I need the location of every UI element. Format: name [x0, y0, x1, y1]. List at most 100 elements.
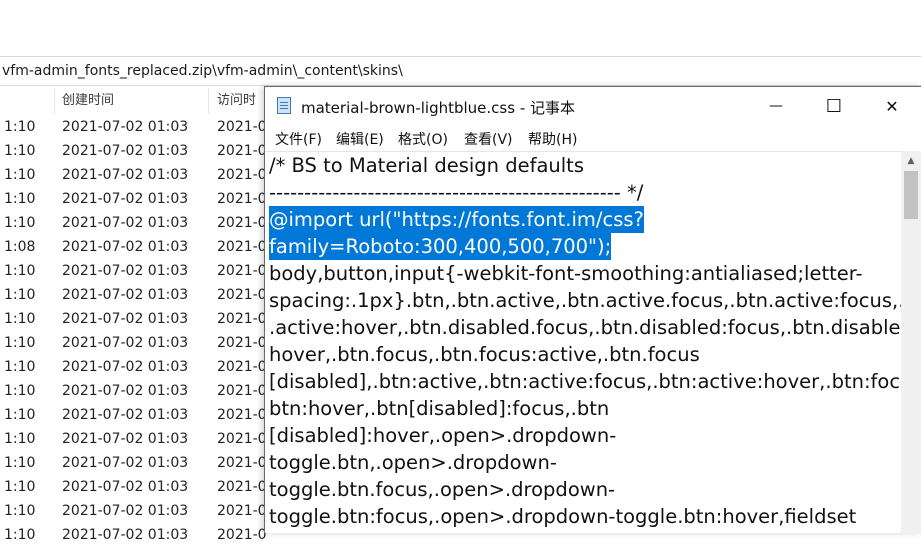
text-line: [disabled]:hover,.open>.dropdown-	[269, 424, 617, 447]
table-row[interactable]: 1:10 2021-07-02 01:03 2021-0	[0, 524, 300, 548]
cell-accessed: 2021-0	[217, 263, 267, 279]
table-row[interactable]: 1:10 2021-07-02 01:03 2021-0	[0, 188, 300, 212]
cell-modified: 1:10	[4, 359, 36, 375]
cell-created: 2021-07-02 01:03	[62, 167, 189, 183]
address-bar[interactable]: vfm-admin_fonts_replaced.zip\vfm-admin\_…	[0, 56, 921, 86]
cell-accessed: 2021-0	[217, 431, 267, 447]
cell-created: 2021-07-02 01:03	[62, 311, 189, 327]
text-line: body,button,input{-webkit-font-smoothing…	[269, 262, 863, 285]
column-header-accessed[interactable]: 访问时	[217, 88, 267, 114]
cell-accessed: 2021-0	[217, 527, 267, 543]
explorer-toolbar-area	[0, 0, 921, 56]
cell-modified: 1:10	[4, 407, 36, 423]
cell-created: 2021-07-02 01:03	[62, 239, 189, 255]
text-line: /* BS to Material design defaults	[269, 154, 584, 177]
cell-modified: 1:10	[4, 527, 36, 543]
text-line: .active:hover,.btn.disabled.focus,.btn.d…	[269, 316, 901, 339]
close-button[interactable]: ✕	[863, 87, 921, 125]
column-header-created[interactable]: 创建时间	[62, 88, 210, 114]
cell-modified: 1:10	[4, 335, 36, 351]
cell-accessed: 2021-0	[217, 215, 267, 231]
menu-bar: 文件(F) 编辑(E) 格式(O) 查看(V) 帮助(H)	[265, 125, 921, 151]
text-editor[interactable]: /* BS to Material design defaults -------…	[265, 151, 901, 534]
cell-modified: 1:10	[4, 287, 36, 303]
table-row[interactable]: 1:10 2021-07-02 01:03 2021-0	[0, 140, 300, 164]
table-row[interactable]: 1:10 2021-07-02 01:03 2021-0	[0, 212, 300, 236]
cell-accessed: 2021-0	[217, 335, 267, 351]
cell-created: 2021-07-02 01:03	[62, 431, 189, 447]
table-row[interactable]: 1:10 2021-07-02 01:03 2021-0	[0, 260, 300, 284]
table-row[interactable]: 1:10 2021-07-02 01:03 2021-0	[0, 452, 300, 476]
notepad-window: material-brown-lightblue.css - 记事本 — ☐ ✕…	[264, 86, 921, 534]
text-line: toggle.btn,.open>.dropdown-	[269, 451, 557, 474]
cell-created: 2021-07-02 01:03	[62, 143, 189, 159]
cell-created: 2021-07-02 01:03	[62, 335, 189, 351]
cell-modified: 1:10	[4, 167, 36, 183]
table-row[interactable]: 1:10 2021-07-02 01:03 2021-0	[0, 332, 300, 356]
cell-modified: 1:10	[4, 503, 36, 519]
cell-created: 2021-07-02 01:03	[62, 119, 189, 135]
selected-text-line: family=Roboto:300,400,500,700");	[269, 233, 612, 260]
scroll-up-icon[interactable]: ▲	[901, 153, 921, 169]
text-line: btn:hover,.btn[disabled]:focus,.btn	[269, 397, 610, 420]
text-line: ----------------------------------------…	[269, 181, 644, 204]
cell-accessed: 2021-0	[217, 191, 267, 207]
cell-accessed: 2021-0	[217, 311, 267, 327]
table-row[interactable]: 1:10 2021-07-02 01:03 2021-0	[0, 356, 300, 380]
table-row[interactable]: 1:10 2021-07-02 01:03 2021-0	[0, 308, 300, 332]
cell-accessed: 2021-0	[217, 503, 267, 519]
table-row[interactable]: 1:08 2021-07-02 01:03 2021-0	[0, 236, 300, 260]
cell-accessed: 2021-0	[217, 167, 267, 183]
maximize-button[interactable]: ☐	[805, 87, 863, 125]
cell-accessed: 2021-0	[217, 455, 267, 471]
selected-text-line: @import url("https://fonts.font.im/css?	[269, 206, 644, 233]
text-line: toggle.btn:focus,.open>.dropdown-toggle.…	[269, 505, 857, 528]
minimize-icon: —	[769, 98, 783, 114]
table-row[interactable]: 1:10 2021-07-02 01:03 2021-0	[0, 500, 300, 524]
cell-created: 2021-07-02 01:03	[62, 287, 189, 303]
cell-modified: 1:10	[4, 143, 36, 159]
menu-format[interactable]: 格式(O)	[398, 129, 448, 149]
menu-file[interactable]: 文件(F)	[275, 129, 322, 149]
cell-created: 2021-07-02 01:03	[62, 479, 189, 495]
table-row[interactable]: 1:10 2021-07-02 01:03 2021-0	[0, 404, 300, 428]
table-row[interactable]: 1:10 2021-07-02 01:03 2021-0	[0, 428, 300, 452]
vertical-scrollbar[interactable]: ▲	[901, 151, 921, 534]
cell-created: 2021-07-02 01:03	[62, 455, 189, 471]
cell-modified: 1:10	[4, 431, 36, 447]
cell-created: 2021-07-02 01:03	[62, 359, 189, 375]
table-row[interactable]: 1:10 2021-07-02 01:03 2021-0	[0, 380, 300, 404]
menu-view[interactable]: 查看(V)	[464, 129, 513, 149]
cell-accessed: 2021-0	[217, 479, 267, 495]
menu-help[interactable]: 帮助(H)	[528, 129, 577, 149]
cell-modified: 1:10	[4, 479, 36, 495]
cell-modified: 1:10	[4, 455, 36, 471]
column-separator[interactable]	[208, 88, 209, 114]
title-bar[interactable]: material-brown-lightblue.css - 记事本 — ☐ ✕	[265, 87, 921, 125]
cell-created: 2021-07-02 01:03	[62, 407, 189, 423]
cell-created: 2021-07-02 01:03	[62, 383, 189, 399]
cell-created: 2021-07-02 01:03	[62, 527, 189, 543]
close-icon: ✕	[885, 96, 899, 116]
text-line: [disabled],.btn:active,.btn:active:focus…	[269, 370, 901, 393]
cell-modified: 1:10	[4, 215, 36, 231]
notepad-icon	[277, 97, 291, 114]
column-separator[interactable]	[54, 88, 55, 114]
cell-accessed: 2021-0	[217, 287, 267, 303]
menu-edit[interactable]: 编辑(E)	[336, 129, 384, 149]
table-row[interactable]: 1:10 2021-07-02 01:03 2021-0	[0, 284, 300, 308]
cell-accessed: 2021-0	[217, 143, 267, 159]
cell-accessed: 2021-0	[217, 239, 267, 255]
table-row[interactable]: 1:10 2021-07-02 01:03 2021-0	[0, 476, 300, 500]
cell-modified: 1:10	[4, 263, 36, 279]
cell-created: 2021-07-02 01:03	[62, 503, 189, 519]
cell-modified: 1:10	[4, 383, 36, 399]
minimize-button[interactable]: —	[747, 87, 805, 125]
scrollbar-thumb[interactable]	[904, 171, 918, 219]
text-line: hover,.btn.focus,.btn.focus:active,.btn.…	[269, 343, 700, 366]
cell-modified: 1:10	[4, 191, 36, 207]
table-row[interactable]: 1:10 2021-07-02 01:03 2021-0	[0, 116, 300, 140]
text-line: toggle.btn.focus,.open>.dropdown-	[269, 478, 616, 501]
cell-accessed: 2021-0	[217, 407, 267, 423]
table-row[interactable]: 1:10 2021-07-02 01:03 2021-0	[0, 164, 300, 188]
